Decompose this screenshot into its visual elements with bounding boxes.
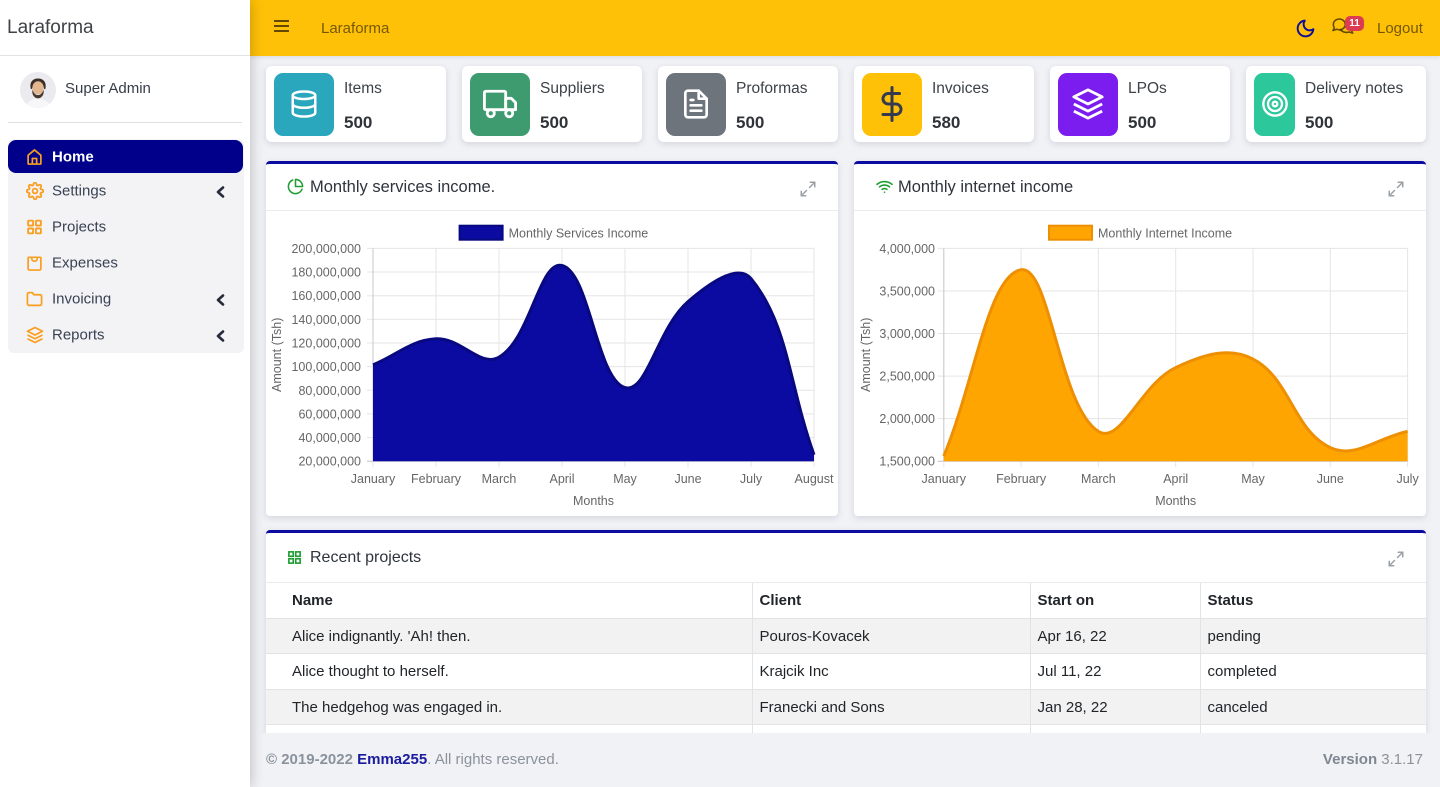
svg-text:4,000,000: 4,000,000 [879,242,935,256]
svg-text:February: February [996,472,1047,486]
svg-text:1,500,000: 1,500,000 [879,455,935,469]
svg-text:May: May [1241,472,1265,486]
svg-text:June: June [1317,472,1344,486]
svg-text:Months: Months [573,494,614,508]
svg-text:March: March [482,472,517,486]
svg-text:Monthly Internet Income: Monthly Internet Income [1098,227,1232,241]
svg-text:40,000,000: 40,000,000 [298,431,361,445]
svg-text:20,000,000: 20,000,000 [298,455,361,469]
svg-text:140,000,000: 140,000,000 [291,313,361,327]
svg-text:May: May [613,472,637,486]
svg-text:Monthly Services Income: Monthly Services Income [509,227,649,241]
svg-text:80,000,000: 80,000,000 [298,384,361,398]
svg-text:3,500,000: 3,500,000 [879,285,935,299]
svg-text:100,000,000: 100,000,000 [291,360,361,374]
svg-text:January: January [351,472,396,486]
svg-text:February: February [411,472,462,486]
svg-text:2,500,000: 2,500,000 [879,370,935,384]
svg-text:3,000,000: 3,000,000 [879,327,935,341]
svg-text:April: April [1163,472,1188,486]
svg-text:2,000,000: 2,000,000 [879,412,935,426]
svg-text:Amount (Tsh): Amount (Tsh) [270,318,284,392]
svg-text:120,000,000: 120,000,000 [291,337,361,351]
svg-text:March: March [1081,472,1116,486]
svg-text:July: July [1396,472,1419,486]
svg-text:January: January [922,472,967,486]
svg-text:Months: Months [1155,494,1196,508]
svg-text:200,000,000: 200,000,000 [291,242,361,256]
svg-text:June: June [674,472,701,486]
svg-text:180,000,000: 180,000,000 [291,266,361,280]
svg-text:60,000,000: 60,000,000 [298,408,361,422]
svg-text:August: August [795,472,834,486]
svg-text:160,000,000: 160,000,000 [291,289,361,303]
svg-text:April: April [549,472,574,486]
svg-text:Amount (Tsh): Amount (Tsh) [859,318,873,392]
svg-text:July: July [740,472,763,486]
